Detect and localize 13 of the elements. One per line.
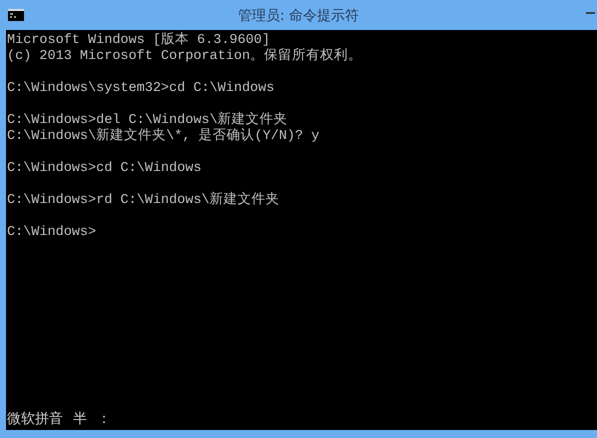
console-line: C:\Windows\新建文件夹\*, 是否确认(Y/N)? y xyxy=(7,129,320,145)
console-line: Microsoft Windows [版本 6.3.9600] xyxy=(7,33,271,48)
console-line: C:\Windows\system32>cd C:\Windows xyxy=(7,81,276,97)
ime-punctuation: ： xyxy=(97,410,111,428)
console-icon xyxy=(8,9,24,21)
ime-name: 微软拼音 xyxy=(7,410,63,428)
console-line: C:\Windows> xyxy=(7,225,98,241)
console-line: (c) 2013 Microsoft Corporation。保留所有权利。 xyxy=(7,49,364,65)
window-title: 管理员: 命令提示符 xyxy=(238,8,360,24)
console-line: C:\Windows>cd C:\Windows xyxy=(7,161,202,177)
ime-mode: 半 xyxy=(73,410,87,428)
console-line: C:\Windows>rd C:\Windows\新建文件夹 xyxy=(7,193,281,209)
console-line: C:\Windows>del C:\Windows\新建文件夹 xyxy=(7,113,289,128)
